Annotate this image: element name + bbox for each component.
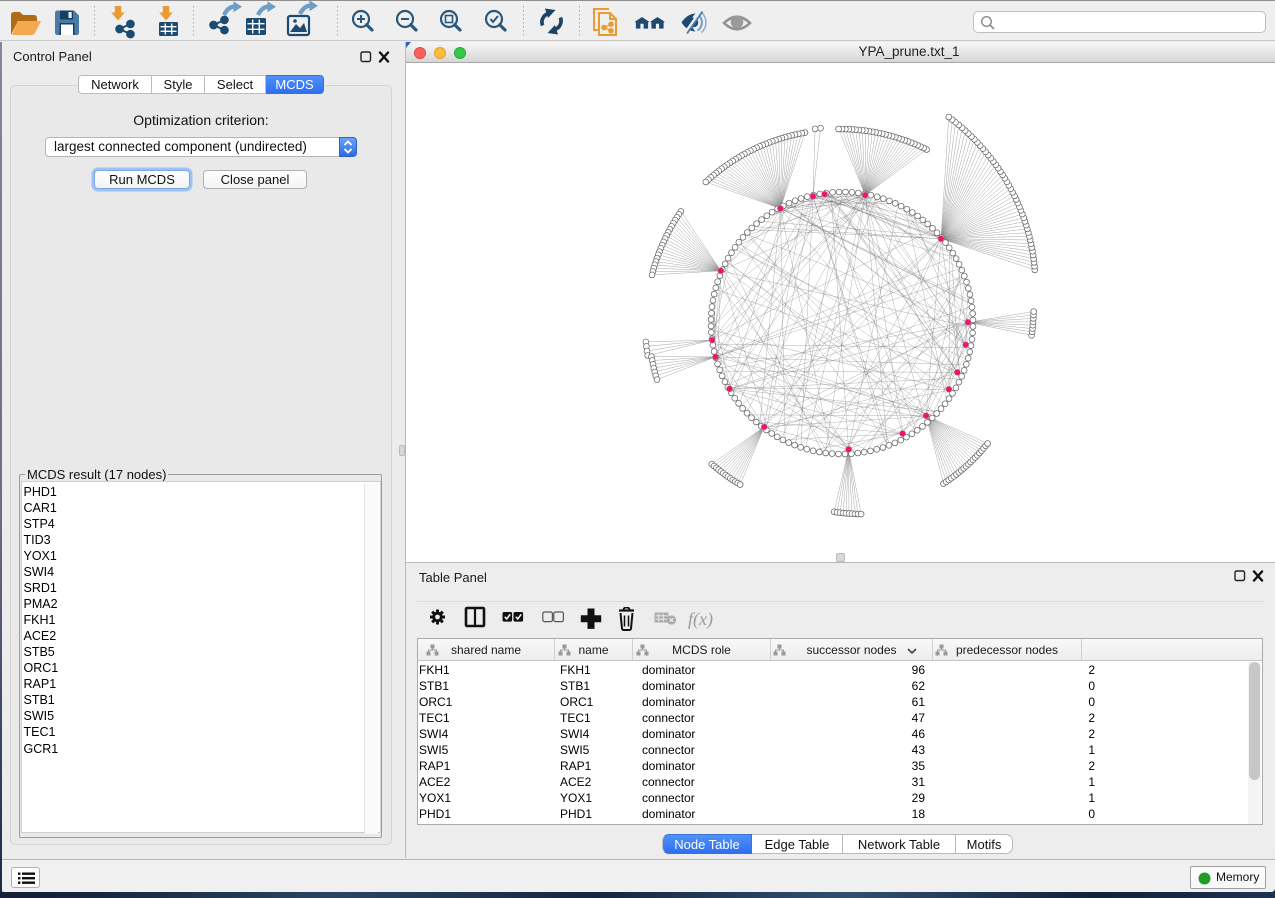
svg-text:f(x): f(x) xyxy=(688,609,713,630)
